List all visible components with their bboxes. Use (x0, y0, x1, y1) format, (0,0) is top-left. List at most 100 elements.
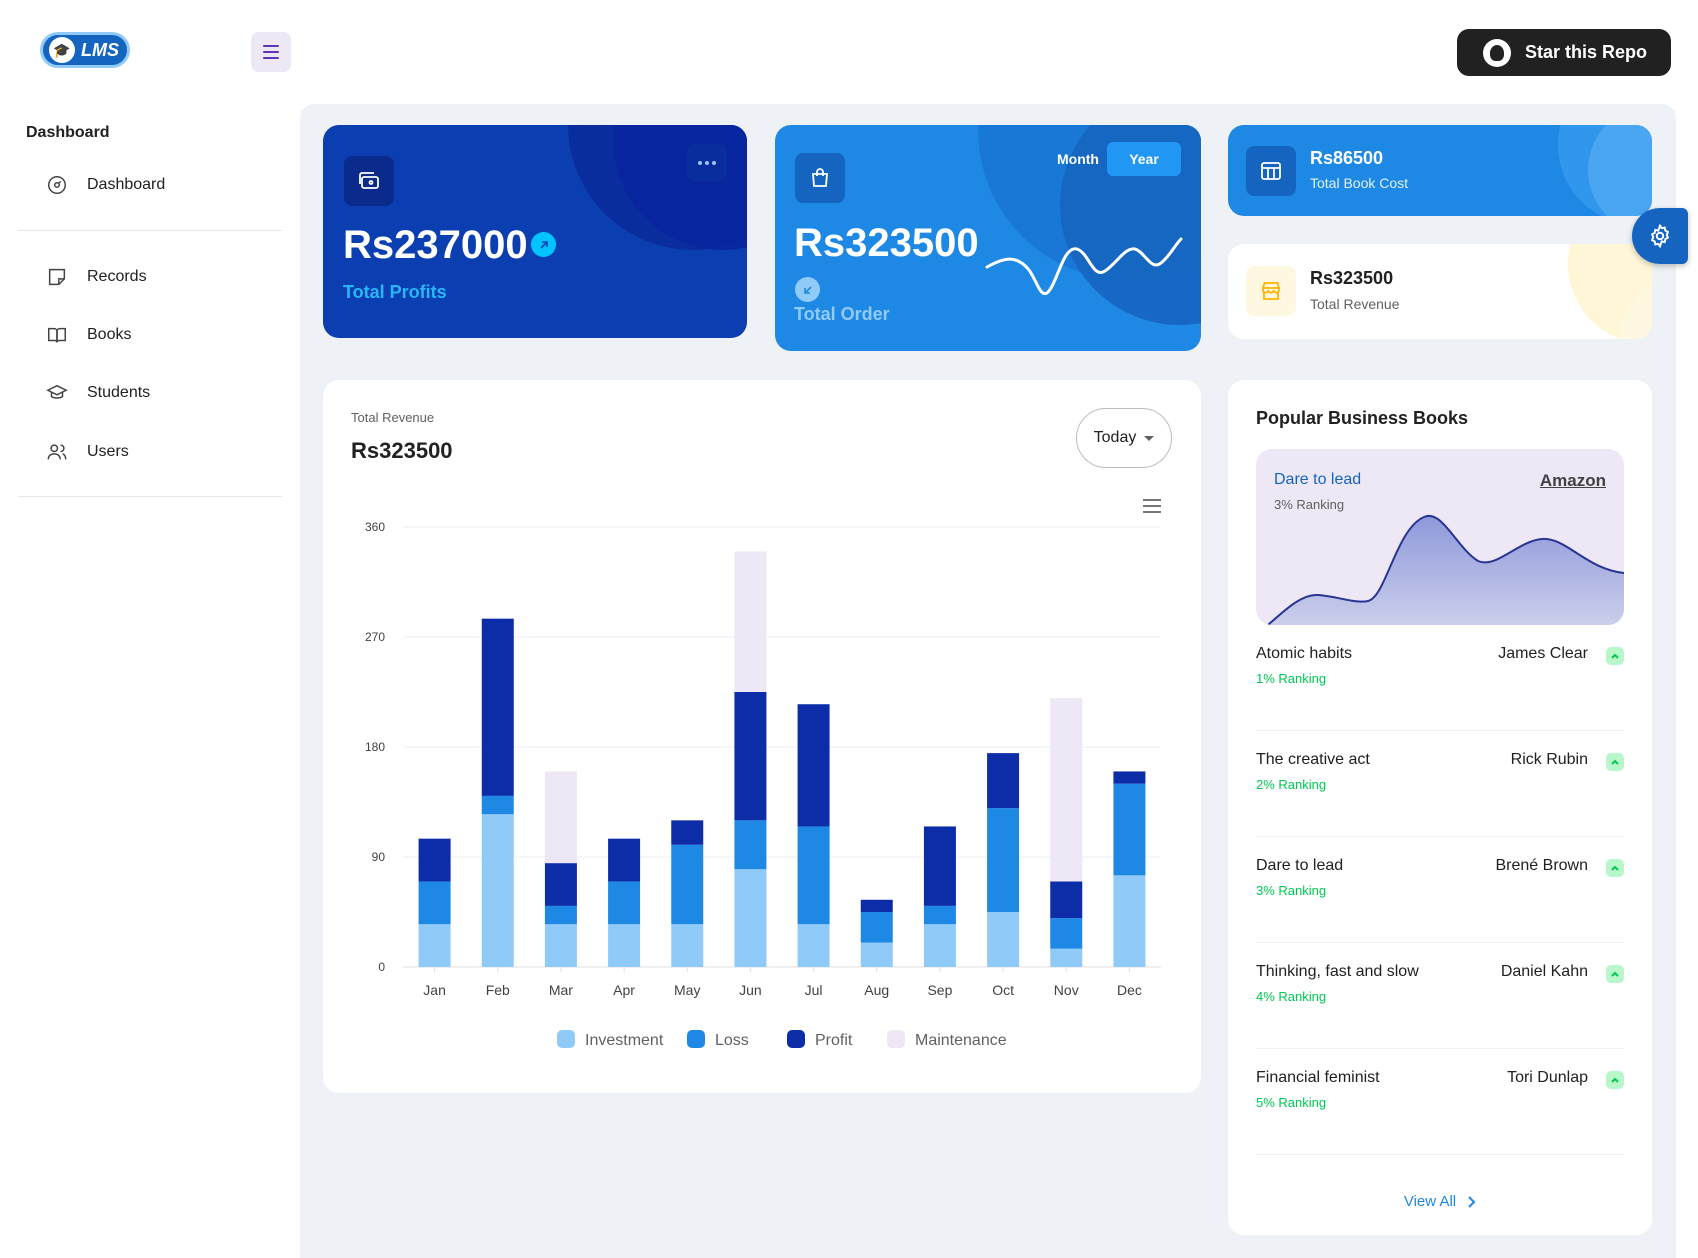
bar-profit-jan (418, 838, 451, 882)
more-options-button[interactable] (687, 144, 727, 181)
book-ranking: 3% Ranking (1256, 883, 1327, 898)
chevron-up-icon (1606, 647, 1624, 665)
bar-investment-jul (797, 924, 830, 967)
x-tick-label: Aug (864, 982, 889, 998)
star-repo-button[interactable]: Star this Repo (1457, 29, 1671, 76)
bar-loss-jun (734, 820, 767, 870)
sidebar-caption: Dashboard (26, 124, 110, 141)
bar-investment-jun (734, 869, 767, 967)
sidebar-divider (18, 230, 282, 231)
book-author: Rick Rubin (1510, 751, 1588, 768)
bar-investment-feb (481, 814, 514, 967)
bar-loss-apr (608, 881, 641, 925)
bar-investment-may (671, 924, 704, 967)
wallet-icon (344, 156, 394, 206)
users-icon (47, 444, 67, 460)
y-tick-label: 90 (372, 850, 386, 864)
sidebar-item-users[interactable]: Users (46, 438, 129, 466)
top-header: 🎓 LMS Star this Repo (0, 0, 1698, 100)
toggle-month[interactable]: Month (1041, 142, 1115, 176)
bar-loss-aug (860, 912, 893, 943)
chevron-up-icon (1606, 753, 1624, 771)
book-list-item[interactable]: Dare to lead 3% Ranking Brené Brown (1256, 837, 1624, 943)
note-icon (48, 268, 66, 286)
legend-swatch-loss (687, 1030, 705, 1048)
book-ranking: 4% Ranking (1256, 989, 1327, 1004)
total-profits-label: Total Profits (343, 282, 447, 302)
book-list-item[interactable]: The creative act 2% Ranking Rick Rubin (1256, 731, 1624, 837)
sidebar-item-students[interactable]: Students (46, 379, 150, 407)
sidebar-item-label: Users (87, 443, 129, 460)
total-book-cost-label: Total Book Cost (1310, 175, 1409, 191)
bar-profit-oct (987, 753, 1020, 809)
bar-loss-nov (1050, 918, 1083, 949)
storefront-icon (1246, 266, 1296, 316)
revenue-bar-chart: 0 90 180 270 360 Jan Feb Mar Apr May Jun Jul Aug Sep O… (365, 499, 1161, 1049)
legend-label-investment: Investment (585, 1032, 664, 1049)
bar-loss-feb (481, 795, 514, 815)
chevron-up-icon (1606, 1071, 1624, 1089)
x-tick-label: Mar (549, 982, 573, 998)
y-tick-label: 180 (365, 740, 385, 754)
revenue-chart-panel: Total Revenue Rs323500 Today 0 90 180 270 36… (323, 380, 1201, 1093)
x-tick-label: Dec (1117, 982, 1142, 998)
book-list-item[interactable]: Thinking, fast and slow 4% Ranking Danie… (1256, 943, 1624, 1049)
bar-profit-apr (608, 838, 641, 882)
x-tick-label: May (674, 982, 700, 998)
github-icon (1483, 38, 1511, 67)
chevron-up-icon (1606, 859, 1624, 877)
x-tick-label: Jun (739, 982, 762, 998)
book-icon (48, 327, 66, 343)
sidebar-item-dashboard[interactable]: Dashboard (46, 171, 165, 199)
book-author: Brené Brown (1495, 857, 1589, 874)
popular-books-title: Popular Business Books (1256, 408, 1469, 428)
gear-icon (1650, 223, 1670, 249)
total-book-cost-value: Rs86500 (1310, 148, 1384, 168)
sidebar-item-label: Dashboard (87, 176, 166, 193)
legend-label-profit: Profit (815, 1032, 853, 1049)
view-all-label: View All (1403, 1193, 1457, 1210)
y-tick-label: 360 (365, 520, 385, 534)
total-profits-card: Rs237000 Total Profits (323, 125, 747, 338)
toggle-year[interactable]: Year (1107, 142, 1181, 176)
featured-book-card[interactable]: Dare to lead 3% Ranking Amazon (1256, 449, 1624, 625)
total-order-card: Month Year Rs323500 Total Order (775, 125, 1201, 351)
view-all-link[interactable]: View All (1228, 1193, 1652, 1210)
y-tick-label: 0 (378, 960, 385, 974)
bar-profit-feb (481, 618, 514, 796)
x-tick-label: Jul (805, 982, 823, 998)
book-ranking: 5% Ranking (1256, 1095, 1327, 1110)
legend-swatch-maintenance (887, 1030, 905, 1048)
total-order-value: Rs323500 (794, 221, 979, 265)
star-repo-label: Star this Repo (1525, 42, 1648, 62)
app-logo[interactable]: 🎓 LMS (40, 32, 130, 68)
menu-toggle-button[interactable] (251, 32, 291, 72)
book-list-item[interactable]: Financial feminist 5% Ranking Tori Dunla… (1256, 1049, 1624, 1155)
dashboard-icon (48, 176, 66, 194)
chart-menu-icon[interactable] (1143, 499, 1161, 513)
x-tick-label: Nov (1054, 982, 1079, 998)
popular-books-panel: Popular Business Books Dare to lead 3% R… (1228, 380, 1652, 1235)
sidebar-item-records[interactable]: Records (46, 263, 147, 291)
bar-loss-dec (1113, 783, 1146, 876)
logo-text: LMS (81, 39, 119, 60)
sidebar-item-label: Students (87, 384, 151, 401)
sidebar-item-label: Records (87, 268, 147, 285)
sidebar-item-label: Books (87, 326, 132, 343)
total-profits-value: Rs237000 (343, 223, 528, 267)
total-revenue-card: Rs323500 Total Revenue (1228, 244, 1652, 339)
bar-profit-aug (860, 899, 893, 912)
shopping-bag-icon (795, 153, 845, 203)
order-sparkline (985, 237, 1183, 296)
book-list-item[interactable]: Atomic habits 1% Ranking James Clear (1256, 625, 1624, 731)
book-author: Daniel Kahn (1500, 963, 1588, 980)
bar-loss-mar (544, 905, 577, 925)
sidebar-item-books[interactable]: Books (46, 321, 131, 349)
book-ranking: 1% Ranking (1256, 671, 1327, 686)
hamburger-icon (263, 45, 279, 47)
bar-profit-jun (734, 692, 767, 821)
bar-profit-nov (1050, 881, 1083, 919)
bar-profit-dec (1113, 771, 1146, 784)
x-tick-label: Feb (486, 982, 510, 998)
settings-button[interactable] (1632, 208, 1688, 264)
